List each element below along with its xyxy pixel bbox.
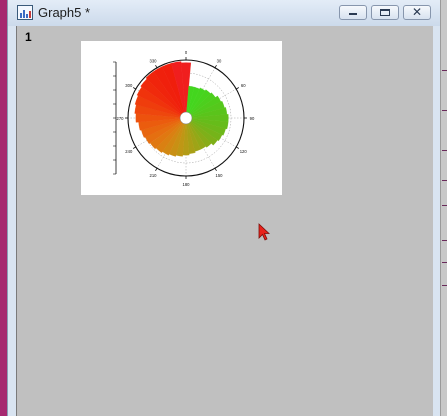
title-bar[interactable]: Graph5 * ✕ bbox=[8, 0, 441, 26]
angular-tick-label: 0 bbox=[185, 50, 188, 55]
angular-tick-label: 30 bbox=[217, 59, 222, 64]
polar-center-hole bbox=[179, 111, 193, 125]
right-edge-panel bbox=[440, 0, 447, 416]
angular-tick-label: 270 bbox=[117, 116, 125, 121]
angular-tick-label: 300 bbox=[125, 83, 133, 88]
angular-tick bbox=[132, 87, 136, 90]
angular-tick bbox=[132, 146, 136, 149]
graph-page[interactable]: 0 30 60 90 120 150 180 210 240 270 300 330 bbox=[81, 41, 282, 195]
angular-tick-label: 240 bbox=[125, 149, 133, 154]
graph-app-icon[interactable] bbox=[17, 5, 33, 20]
angular-tick-label: 150 bbox=[216, 173, 224, 178]
angular-tick bbox=[214, 64, 217, 68]
restore-icon bbox=[380, 9, 390, 16]
angular-tick bbox=[155, 64, 158, 68]
angular-tick-label: 90 bbox=[250, 116, 255, 121]
angular-tick bbox=[236, 146, 240, 149]
close-icon: ✕ bbox=[412, 5, 423, 19]
graph-workspace[interactable]: 1 0 30 60 90 120 150 180 210 240 270 300 330 bbox=[16, 26, 433, 416]
minimize-button[interactable] bbox=[339, 5, 367, 20]
window-title: Graph5 * bbox=[38, 5, 91, 20]
angular-tick bbox=[214, 168, 217, 172]
angular-tick bbox=[155, 168, 158, 172]
arrow-cursor-icon bbox=[258, 223, 271, 246]
graph-window[interactable]: Graph5 * ✕ 1 0 30 60 90 120 150 180 210 240 270 30… bbox=[7, 0, 442, 416]
angular-tick-label: 120 bbox=[240, 149, 248, 154]
restore-button[interactable] bbox=[371, 5, 399, 20]
angular-tick-label: 60 bbox=[241, 83, 246, 88]
angular-tick-label: 180 bbox=[183, 182, 191, 187]
polar-chart[interactable]: 0 30 60 90 120 150 180 210 240 270 300 330 bbox=[81, 41, 282, 195]
page-number: 1 bbox=[25, 30, 32, 44]
angular-tick-label: 330 bbox=[150, 59, 158, 64]
angular-tick bbox=[236, 87, 240, 90]
minimize-icon bbox=[349, 13, 357, 15]
close-button[interactable]: ✕ bbox=[403, 5, 431, 20]
angular-tick-label: 210 bbox=[150, 173, 158, 178]
